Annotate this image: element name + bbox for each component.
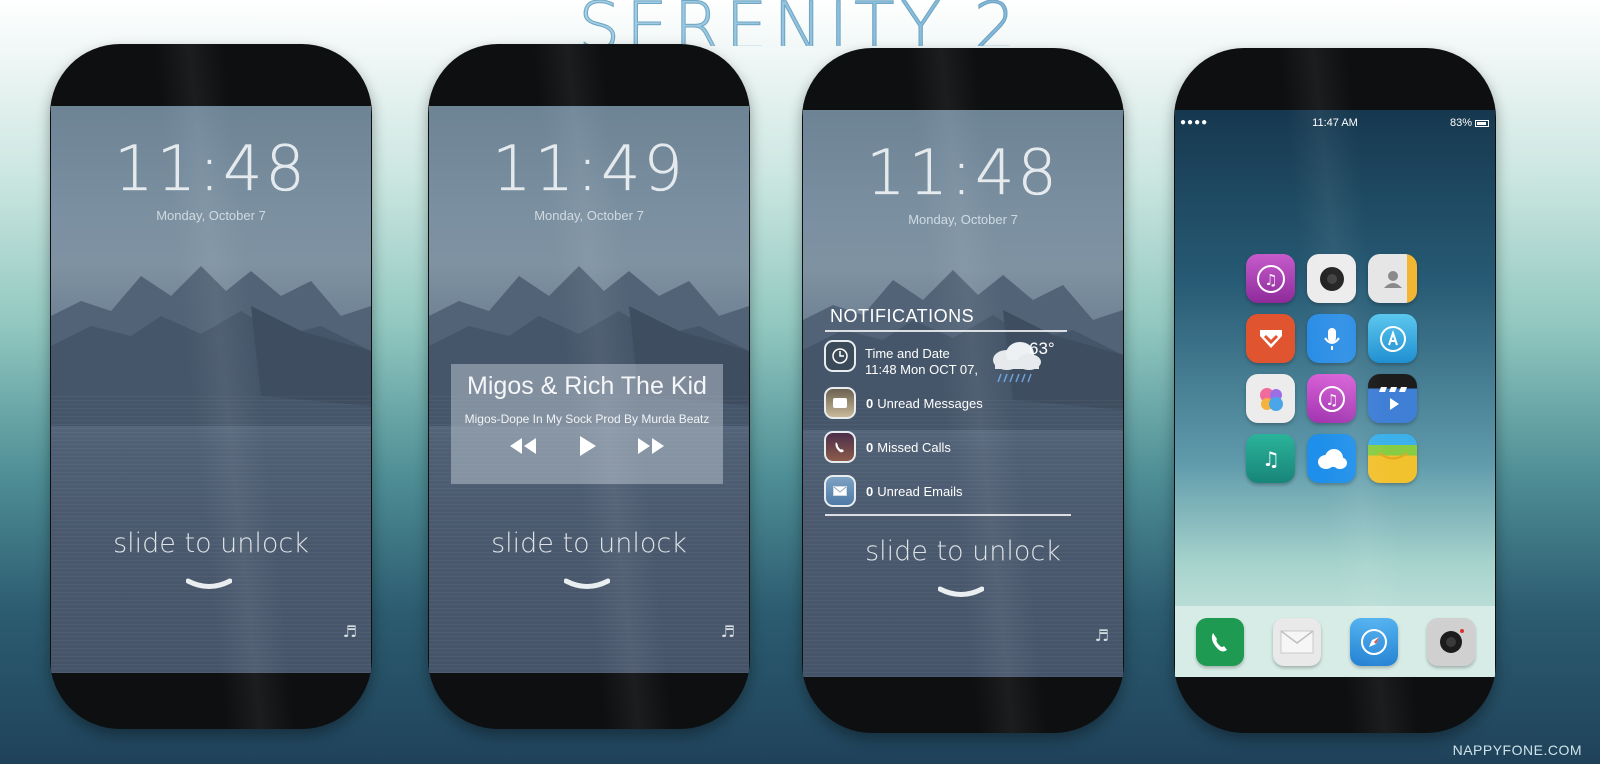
divider <box>825 514 1071 516</box>
rewind-icon[interactable] <box>506 434 540 458</box>
safari-icon[interactable] <box>1349 617 1398 666</box>
lock-clock: 11:48 <box>114 132 308 205</box>
chevron-down-icon[interactable] <box>186 578 232 592</box>
notification-emails[interactable]: 0 Unread Emails <box>824 474 963 508</box>
time-date-label: Time and Date <box>865 346 950 361</box>
messages-label: Unread Messages <box>877 395 983 411</box>
fast-forward-icon[interactable] <box>634 434 668 458</box>
game-center-icon[interactable] <box>1246 374 1295 423</box>
emails-label: Unread Emails <box>877 483 963 499</box>
lock-clock: 11:48 <box>866 136 1060 209</box>
lock-clock: 11:49 <box>492 132 686 205</box>
svg-text:♫: ♫ <box>1262 447 1280 471</box>
status-bar: ●●●● 11:47 AM 83% <box>1175 117 1495 133</box>
lock-date: Monday, October 7 <box>908 212 1018 227</box>
temperature: 63° <box>1029 339 1055 358</box>
pocket-icon[interactable] <box>1246 314 1295 363</box>
notifications-title: NOTIFICATIONS <box>830 306 975 326</box>
lock-screen: 11:49 Monday, October 7 Migos & Rich The… <box>429 106 749 673</box>
emails-count: 0 <box>866 483 874 499</box>
camera-dock-icon[interactable] <box>1426 617 1475 666</box>
svg-text:♫: ♫ <box>1264 271 1277 289</box>
svg-text:♫: ♫ <box>1325 391 1338 409</box>
weather-icon[interactable] <box>1307 434 1356 483</box>
phone-icon[interactable] <box>1195 617 1244 666</box>
contacts-icon[interactable] <box>1368 254 1417 303</box>
divider <box>825 330 1067 332</box>
chevron-down-icon[interactable] <box>938 586 984 600</box>
battery-percent: 83% <box>1449 117 1472 129</box>
lock-date: Monday, October 7 <box>156 208 266 223</box>
music-track: Migos-Dope In My Sock Prod By Murda Beat… <box>464 412 710 426</box>
footer-credit: NAPPYFONE.COM <box>1452 742 1582 758</box>
app-grid: ♫ ♫ ♫ <box>1246 254 1417 483</box>
microphone-icon[interactable] <box>1307 314 1356 363</box>
play-icon[interactable] <box>570 434 604 458</box>
music-artist: Migos & Rich The Kid <box>467 372 707 400</box>
battery: 83% <box>1450 117 1489 129</box>
slide-to-unlock[interactable]: slide to unlock <box>429 528 749 559</box>
mail-icon[interactable] <box>1272 617 1321 666</box>
music-icon[interactable]: ♫ <box>1246 254 1295 303</box>
lock-date: Monday, October 7 <box>534 208 644 223</box>
phone-call-icon <box>824 431 856 463</box>
home-screen: ●●●● 11:47 AM 83% ♫ ♫ ♫ <box>1175 110 1495 677</box>
chevron-down-icon[interactable] <box>564 578 610 592</box>
music-widget: Migos & Rich The Kid Migos-Dope In My So… <box>451 364 723 484</box>
status-time: 11:47 AM <box>1312 117 1358 129</box>
lock-screen: 11:48 Monday, October 7 NOTIFICATIONS Ti… <box>803 110 1123 677</box>
videos-icon[interactable] <box>1368 374 1417 423</box>
lock-screen-phone: 11:48 Monday, October 7 slide to unlock … <box>50 44 372 729</box>
notifications-lock-screen-phone: 11:48 Monday, October 7 NOTIFICATIONS Ti… <box>802 48 1124 733</box>
calls-label: Missed Calls <box>877 439 951 455</box>
lock-screen: 11:48 Monday, October 7 slide to unlock … <box>51 106 371 673</box>
music-note-icon[interactable]: ♬ <box>1095 626 1109 645</box>
messages-icon <box>824 387 856 419</box>
music-note-icon[interactable]: ♬ <box>343 622 357 641</box>
dock <box>1175 606 1495 677</box>
clock-icon <box>824 340 856 372</box>
music-note-icon[interactable]: ♬ <box>721 622 735 641</box>
battery-icon <box>1475 119 1489 127</box>
slide-to-unlock[interactable]: slide to unlock <box>803 536 1123 567</box>
calls-count: 0 <box>866 439 874 455</box>
itunes-icon[interactable]: ♫ <box>1307 374 1356 423</box>
camera-icon[interactable] <box>1307 254 1356 303</box>
notification-time-date[interactable] <box>824 339 866 373</box>
music-lock-screen-phone: 11:49 Monday, October 7 Migos & Rich The… <box>428 44 750 729</box>
time-date-text: Time and Date 11:48 Mon OCT 07, <box>865 346 978 378</box>
home-screen-phone: ●●●● 11:47 AM 83% ♫ ♫ ♫ <box>1174 48 1496 733</box>
wallet-icon[interactable] <box>1368 434 1417 483</box>
mail-icon <box>824 475 856 507</box>
music-note-icon[interactable]: ♫ <box>1246 434 1295 483</box>
slide-to-unlock[interactable]: slide to unlock <box>51 528 371 559</box>
time-date-value: 11:48 Mon OCT 07, <box>865 362 978 377</box>
page-title: SERENITY 2 <box>0 0 1600 46</box>
messages-count: 0 <box>866 395 874 411</box>
notification-calls[interactable]: 0 Missed Calls <box>824 430 951 464</box>
notification-messages[interactable]: 0 Unread Messages <box>824 386 983 420</box>
app-store-icon[interactable] <box>1368 314 1417 363</box>
